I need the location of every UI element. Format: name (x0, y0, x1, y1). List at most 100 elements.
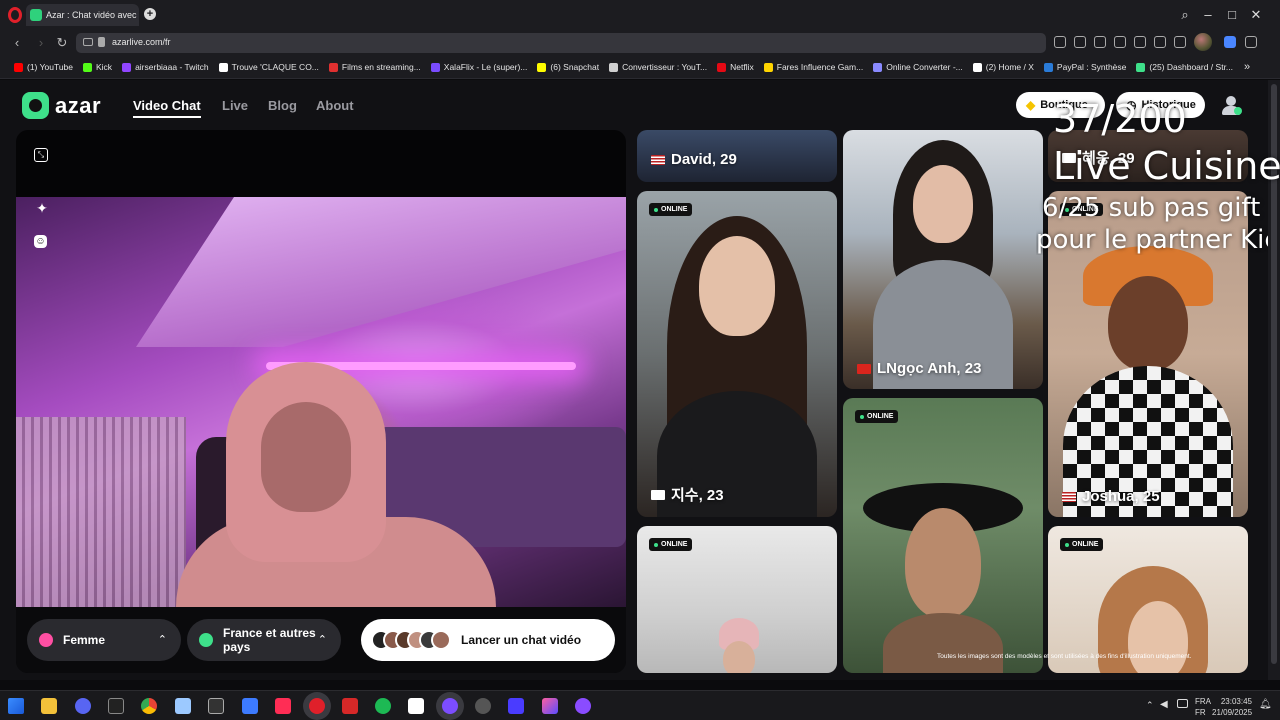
extension-icon[interactable] (1224, 36, 1236, 48)
input-language[interactable]: FRA (1195, 697, 1211, 706)
msi-icon[interactable] (342, 698, 358, 714)
chrome-icon[interactable] (141, 698, 157, 714)
play-icon[interactable] (1114, 36, 1126, 48)
bookmark-item[interactable]: PayPal : Synthèse (1043, 62, 1126, 72)
speaker-icon[interactable]: ◀ (1160, 699, 1168, 710)
minimize-button[interactable]: – (1199, 6, 1217, 24)
epic-games-icon[interactable] (108, 698, 124, 714)
discord-icon[interactable] (75, 698, 91, 714)
nav-live[interactable]: Live (222, 98, 248, 113)
terminal-icon[interactable] (208, 698, 224, 714)
back-button[interactable]: ‹ (8, 34, 26, 52)
heart-icon[interactable] (1134, 36, 1146, 48)
profile-card[interactable]: ONLINE 지수, 23 (637, 191, 837, 517)
download-icon[interactable] (1154, 36, 1166, 48)
bookmark-item[interactable]: (2) Home / X (972, 62, 1034, 72)
chevron-up-icon: ⌃ (157, 634, 167, 646)
network-icon[interactable] (1177, 699, 1188, 708)
app-icon[interactable] (242, 698, 258, 714)
user-account-icon[interactable] (1220, 94, 1242, 116)
search-icon[interactable]: ⌕ (1176, 6, 1194, 24)
bookmark-favicon-icon (1136, 62, 1146, 72)
bookmark-item[interactable]: airserbiaaa - Twitch (122, 62, 209, 72)
browser-profile-avatar[interactable] (1194, 33, 1212, 51)
vn-flag-icon (857, 363, 871, 374)
profile-card[interactable]: LNgọc Anh, 23 (843, 130, 1043, 389)
gender-filter[interactable]: Femme ⌃ (27, 619, 181, 661)
bookmark-item[interactable]: (6) Snapchat (537, 62, 599, 72)
bookmark-item[interactable]: Netflix (717, 62, 754, 72)
bookmarks-more-button[interactable]: » (1244, 61, 1250, 73)
shield-icon[interactable] (1094, 36, 1106, 48)
nav-blog[interactable]: Blog (268, 98, 297, 113)
maximize-button[interactable]: □ (1223, 6, 1241, 24)
azar-logo-icon[interactable] (22, 92, 49, 119)
bookmark-item[interactable]: Films en streaming... (328, 62, 421, 72)
url-bar[interactable]: azarlive.com/fr (76, 33, 1046, 53)
bookmark-label: Netflix (730, 62, 754, 72)
close-button[interactable]: ✕ (1247, 6, 1265, 24)
webcam-preview (16, 197, 626, 627)
profile-card[interactable]: ONLINE (1048, 526, 1248, 673)
forward-button[interactable]: › (32, 34, 50, 52)
obs-icon[interactable] (475, 698, 491, 714)
bookmark-item[interactable]: (1) YouTube (14, 62, 73, 72)
bookmark-item[interactable]: Fares Influence Gam... (763, 62, 863, 72)
bookmark-item[interactable]: (25) Dashboard / Str... (1136, 62, 1233, 72)
overlay-line-2: 6/25 sub pas gift (1042, 193, 1261, 223)
editor-icon[interactable] (542, 698, 558, 714)
windows-taskbar: ⌃ ◀ FRA FR 23:03:45 21/09/2025 🔔︎ (0, 690, 1280, 720)
tiktok-icon[interactable] (275, 698, 291, 714)
bookmark-label: Trouve 'CLAQUE CO... (231, 62, 319, 72)
clock-date[interactable]: 21/09/2025 (1212, 708, 1252, 717)
menu-icon[interactable] (1174, 36, 1186, 48)
app-circle-icon[interactable] (442, 698, 458, 714)
notification-bell-icon[interactable]: 🔔︎ (1259, 699, 1272, 710)
opera-logo-icon[interactable] (8, 7, 22, 23)
kr-flag-icon (651, 489, 665, 500)
profile-card[interactable]: David, 29 (637, 130, 837, 182)
file-explorer-icon[interactable] (41, 698, 57, 714)
launch-video-chat-button[interactable]: Lancer un chat vidéo (361, 619, 615, 661)
photos-icon[interactable] (175, 698, 191, 714)
bookmark-label: Convertisseur : YouT... (622, 62, 708, 72)
keyboard-layout[interactable]: FR (1195, 708, 1206, 717)
profile-card[interactable]: ONLINE (637, 526, 837, 673)
overlay-title: Live Cuisine (1053, 144, 1280, 188)
vb-audio-icon[interactable] (408, 698, 424, 714)
nav-video-chat[interactable]: Video Chat (133, 98, 201, 113)
country-filter[interactable]: France et autres pays ⌃ (187, 619, 341, 661)
stream-app-icon[interactable] (508, 698, 524, 714)
country-filter-label: France et autres pays (223, 626, 316, 654)
emoji-filter-icon[interactable]: ☺ (34, 235, 47, 248)
bookmark-item[interactable]: Kick (83, 62, 112, 72)
bookmark-item[interactable]: Online Converter -... (873, 62, 963, 72)
site-info-icon[interactable] (83, 38, 93, 46)
new-tab-button[interactable]: + (144, 8, 156, 20)
azar-logo-text[interactable]: azar (55, 93, 101, 119)
profile-card[interactable]: ONLINE (843, 398, 1043, 673)
azar-favicon-icon (30, 9, 42, 21)
opera-taskbar-icon[interactable] (309, 698, 325, 714)
browser-tab[interactable]: Azar : Chat vidéo avec de (26, 4, 139, 26)
bookmark-item[interactable]: Convertisseur : YouT... (609, 62, 707, 72)
app-circle-2-icon[interactable] (575, 698, 591, 714)
reload-button[interactable]: ↻ (53, 34, 71, 52)
bookmark-item[interactable]: Trouve 'CLAQUE CO... (218, 62, 319, 72)
share-icon[interactable] (1054, 36, 1066, 48)
start-icon[interactable] (8, 698, 24, 714)
bookmark-item[interactable]: XalaFlix - Le (super)... (430, 62, 528, 72)
chevron-up-tray-icon[interactable]: ⌃ (1146, 700, 1154, 711)
extensions-cube-icon[interactable] (1245, 36, 1257, 48)
spotify-icon[interactable] (375, 698, 391, 714)
online-badge: ONLINE (1060, 538, 1104, 551)
nav-about[interactable]: About (316, 98, 354, 113)
bookmark-label: (1) YouTube (27, 62, 73, 72)
minimize-video-icon[interactable]: ⤡ (34, 148, 48, 162)
camera-icon[interactable] (1074, 36, 1086, 48)
sparkle-effects-icon[interactable]: ✦ (34, 200, 50, 216)
profile-card-name: David, 29 (651, 151, 737, 168)
clock-time[interactable]: 23:03:45 (1212, 697, 1252, 706)
bookmark-label: XalaFlix - Le (super)... (443, 62, 528, 72)
female-icon (39, 633, 53, 647)
